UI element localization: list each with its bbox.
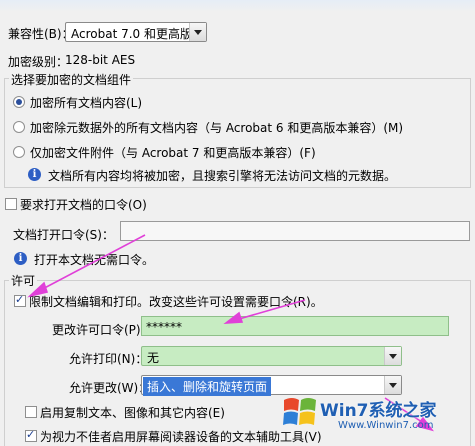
- annotation-arrow-1: [34, 234, 146, 294]
- watermark-url: Www.Winwin7.com: [338, 420, 434, 431]
- annotation-arrowhead-2: [223, 311, 244, 324]
- watermark-brand: Win7系统之家: [320, 401, 437, 421]
- annotation-arrows: [27, 234, 435, 432]
- watermark-logo: Win7系统之家 Www.Winwin7.com: [278, 388, 474, 440]
- annotation-arrowhead-1: [27, 281, 49, 298]
- windows-flag-icon: [283, 398, 316, 425]
- annotation-arrow-2: [231, 299, 306, 322]
